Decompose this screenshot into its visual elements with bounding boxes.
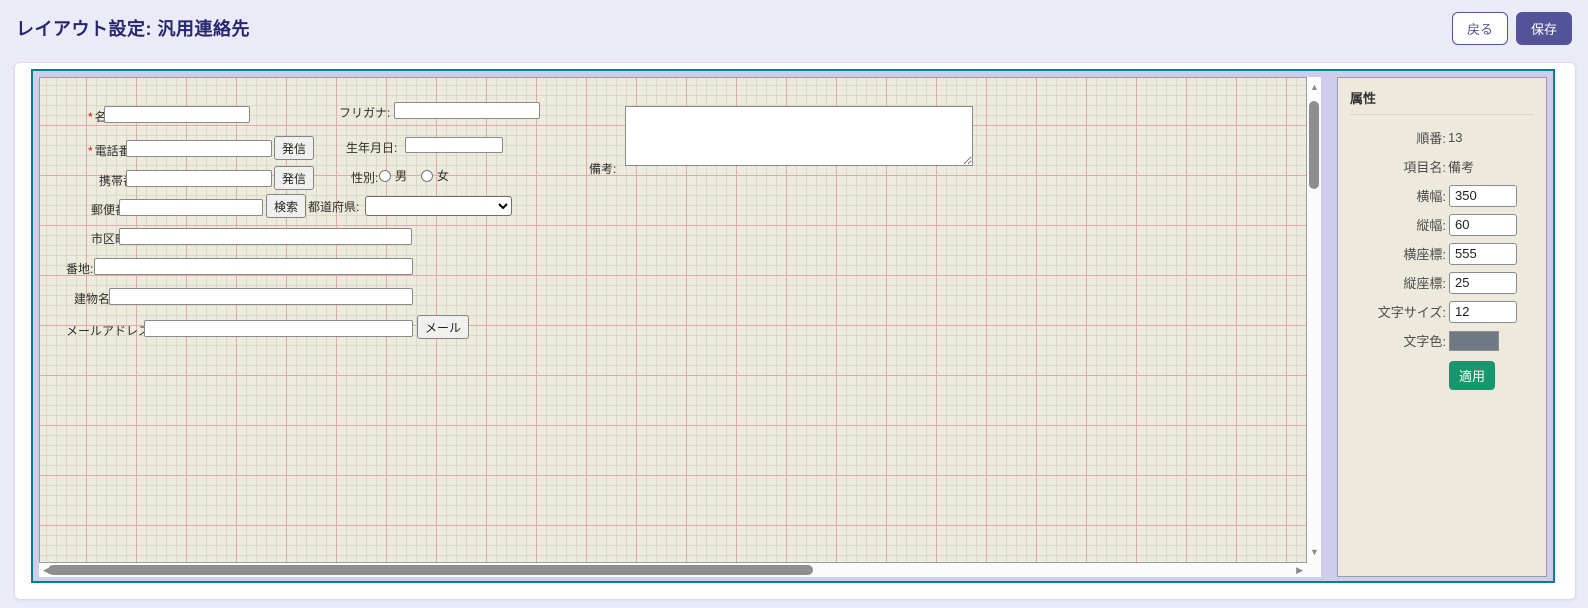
birthdate-input[interactable] — [405, 137, 503, 153]
prop-row-y: 縦座標: — [1350, 268, 1534, 297]
horizontal-scroll-thumb[interactable] — [48, 565, 813, 575]
height-input[interactable] — [1449, 214, 1517, 236]
furigana-field-label: フリガナ: — [339, 104, 390, 121]
top-bar: レイアウト設定: 汎用連絡先 戻る 保存 — [0, 0, 1588, 56]
email-field-label: メールアドレス: — [66, 322, 153, 339]
vertical-scroll-thumb[interactable] — [1309, 101, 1319, 189]
prop-row-font-color: 文字色: — [1350, 326, 1534, 355]
mobile-input[interactable] — [126, 170, 272, 187]
prefecture-select[interactable] — [365, 196, 512, 216]
design-grid-canvas[interactable]: *名前: フリガナ: *電話番号: 発信 生年月日: 携帯番号: 発信 性別: — [39, 77, 1307, 563]
properties-panel: 属性 順番: 13 項目名: 備考 横幅: 縦幅: 横座標: — [1337, 77, 1547, 577]
scroll-down-icon[interactable]: ▼ — [1310, 548, 1319, 557]
postal-search-button[interactable]: 検索 — [266, 194, 306, 218]
item-name-label: 項目名: — [1350, 157, 1446, 176]
layout-workspace: *名前: フリガナ: *電話番号: 発信 生年月日: 携帯番号: 発信 性別: — [31, 69, 1555, 583]
width-label: 横幅: — [1350, 186, 1446, 205]
gender-female-option: 女 — [421, 167, 449, 184]
prop-row-x: 横座標: — [1350, 239, 1534, 268]
properties-panel-title: 属性 — [1350, 88, 1534, 115]
note-field-label: 備考: — [589, 160, 616, 177]
height-label: 縦幅: — [1350, 215, 1446, 234]
apply-button[interactable]: 適用 — [1449, 361, 1495, 390]
y-coordinate-label: 縦座標: — [1350, 273, 1446, 292]
scroll-right-icon[interactable]: ▶ — [1296, 566, 1303, 575]
page-title: レイアウト設定: 汎用連絡先 — [16, 15, 250, 41]
item-name-value: 備考 — [1448, 157, 1474, 176]
city-input[interactable] — [119, 228, 412, 245]
phone-input[interactable] — [126, 140, 272, 157]
back-button[interactable]: 戻る — [1452, 12, 1508, 45]
prop-row-height: 縦幅: — [1350, 210, 1534, 239]
x-coordinate-input[interactable] — [1449, 243, 1517, 265]
gender-field-label: 性別: — [351, 169, 378, 186]
font-color-label: 文字色: — [1350, 331, 1446, 350]
layout-editor-card: *名前: フリガナ: *電話番号: 発信 生年月日: 携帯番号: 発信 性別: — [14, 62, 1576, 600]
birthdate-field-label: 生年月日: — [346, 139, 397, 156]
email-button[interactable]: メール — [417, 315, 469, 339]
required-asterisk: * — [88, 110, 93, 124]
prop-row-width: 横幅: — [1350, 181, 1534, 210]
gender-female-label: 女 — [437, 167, 449, 184]
street-input[interactable] — [94, 258, 413, 275]
gender-male-label: 男 — [395, 167, 407, 184]
save-button[interactable]: 保存 — [1516, 12, 1572, 45]
order-label: 順番: — [1350, 128, 1446, 147]
order-value: 13 — [1448, 130, 1462, 145]
font-color-swatch[interactable] — [1449, 331, 1499, 351]
scrollbar-corner — [1307, 563, 1321, 577]
topbar-actions: 戻る 保存 — [1452, 12, 1572, 45]
y-coordinate-input[interactable] — [1449, 272, 1517, 294]
gender-female-radio[interactable] — [421, 170, 433, 182]
email-input[interactable] — [144, 320, 413, 337]
street-field-label: 番地: — [66, 260, 93, 277]
name-input[interactable] — [104, 106, 250, 123]
required-asterisk: * — [88, 144, 93, 158]
canvas-horizontal-scrollbar[interactable]: ◀ ▶ — [39, 563, 1307, 577]
note-textarea[interactable] — [625, 106, 973, 166]
canvas-vertical-scrollbar[interactable]: ▲ ▼ — [1307, 77, 1321, 563]
font-size-label: 文字サイズ: — [1350, 302, 1446, 321]
scroll-up-icon[interactable]: ▲ — [1310, 83, 1319, 92]
mobile-call-button[interactable]: 発信 — [274, 166, 314, 190]
prop-row-item-name: 項目名: 備考 — [1350, 152, 1534, 181]
width-input[interactable] — [1449, 185, 1517, 207]
canvas-scroll-area: *名前: フリガナ: *電話番号: 発信 生年月日: 携帯番号: 発信 性別: — [39, 77, 1321, 577]
phone-call-button[interactable]: 発信 — [274, 136, 314, 160]
gender-male-option: 男 — [379, 167, 407, 184]
building-field-label: 建物名: — [74, 290, 113, 307]
prop-row-order: 順番: 13 — [1350, 123, 1534, 152]
prop-row-apply: 適用 — [1350, 361, 1534, 390]
font-size-input[interactable] — [1449, 301, 1517, 323]
furigana-input[interactable] — [394, 102, 540, 119]
x-coordinate-label: 横座標: — [1350, 244, 1446, 263]
prefecture-field-label: 都道府県: — [308, 198, 359, 215]
building-input[interactable] — [109, 288, 413, 305]
postal-input[interactable] — [119, 199, 263, 216]
gender-male-radio[interactable] — [379, 170, 391, 182]
prop-row-font-size: 文字サイズ: — [1350, 297, 1534, 326]
